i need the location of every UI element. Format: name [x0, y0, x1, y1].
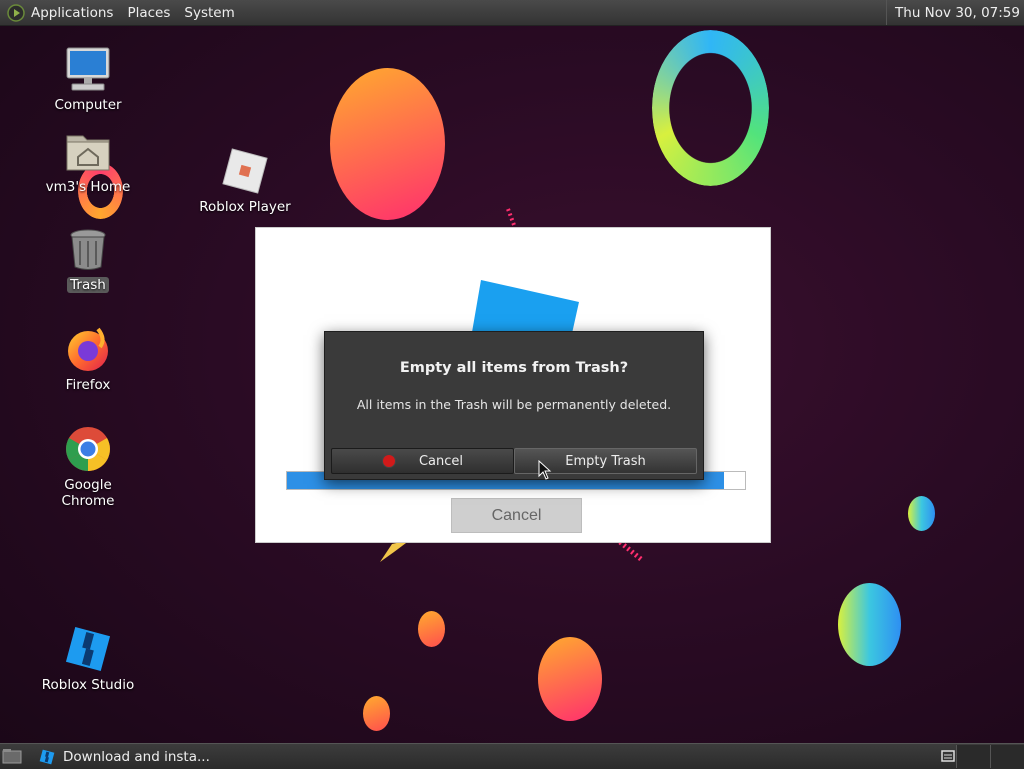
wallpaper-blob: [363, 696, 390, 731]
wallpaper-blob: [538, 637, 602, 721]
wallpaper-ring: [652, 30, 769, 186]
desktop-icon-home[interactable]: vm3's Home: [33, 127, 143, 195]
wallpaper-spark: [506, 208, 516, 226]
desktop-icon-label: Computer: [54, 97, 122, 113]
desktop-icon-label: Roblox Player: [199, 199, 291, 215]
wallpaper-blob: [838, 583, 901, 666]
cancel-button-label: Cancel: [418, 453, 464, 469]
desktop-icon-label: Roblox Studio: [41, 677, 135, 693]
firefox-icon: [68, 327, 108, 371]
desktop-icon-label: Trash: [67, 277, 109, 293]
wallpaper-blob: [330, 68, 445, 220]
chrome-icon: [66, 427, 110, 471]
home-folder-icon: [66, 135, 110, 171]
trash-icon: [70, 229, 106, 270]
top-panel: Applications Places System Thu Nov 30, 0…: [0, 0, 1024, 26]
roblox-player-icon: [222, 148, 268, 194]
taskbar-item-installer[interactable]: Download and insta...: [33, 745, 323, 768]
empty-trash-dialog: Empty all items from Trash? All items in…: [324, 331, 704, 480]
installer-cancel-button[interactable]: Cancel: [451, 498, 582, 533]
workspace-2[interactable]: [990, 745, 1024, 768]
menu-system[interactable]: System: [184, 5, 234, 21]
desktop-icon-roblox-player[interactable]: Roblox Player: [190, 147, 300, 215]
bottom-panel: Download and insta...: [0, 743, 1024, 769]
dialog-message: All items in the Trash will be permanent…: [356, 397, 672, 412]
gnome-foot-icon[interactable]: [7, 3, 25, 22]
desktop-icon-trash[interactable]: Trash: [33, 225, 143, 293]
clock[interactable]: Thu Nov 30, 07:59: [886, 0, 1024, 25]
roblox-studio-icon: [65, 626, 111, 672]
dialog-title: Empty all items from Trash?: [399, 360, 629, 376]
notification-area-icon[interactable]: [939, 747, 957, 765]
roblox-logo-icon: [471, 280, 579, 338]
wallpaper-blob: [908, 496, 935, 531]
desktop-icon-chrome[interactable]: Google Chrome: [33, 425, 143, 509]
menu-places[interactable]: Places: [127, 5, 170, 21]
desktop-icon-label: vm3's Home: [45, 179, 131, 195]
roblox-studio-icon: [39, 749, 55, 764]
desktop-icon-firefox[interactable]: Firefox: [33, 325, 143, 393]
desktop-icon-roblox-studio[interactable]: Roblox Studio: [33, 625, 143, 693]
desktop-icon-label: Firefox: [65, 377, 111, 393]
desktop-icon-computer[interactable]: Computer: [33, 45, 143, 113]
workspace-1[interactable]: [956, 745, 991, 768]
empty-trash-button-label: Empty Trash: [565, 453, 646, 469]
cancel-button[interactable]: Cancel: [331, 448, 514, 474]
wallpaper-blob: [418, 611, 445, 647]
taskbar-item-label: Download and insta...: [63, 748, 210, 765]
menu-applications[interactable]: Applications: [31, 5, 113, 21]
computer-icon: [66, 47, 110, 91]
mouse-pointer-icon: [538, 460, 552, 480]
show-desktop-icon[interactable]: [2, 748, 22, 764]
desktop-icon-label: Google Chrome: [61, 477, 115, 509]
stop-icon: [381, 454, 396, 468]
